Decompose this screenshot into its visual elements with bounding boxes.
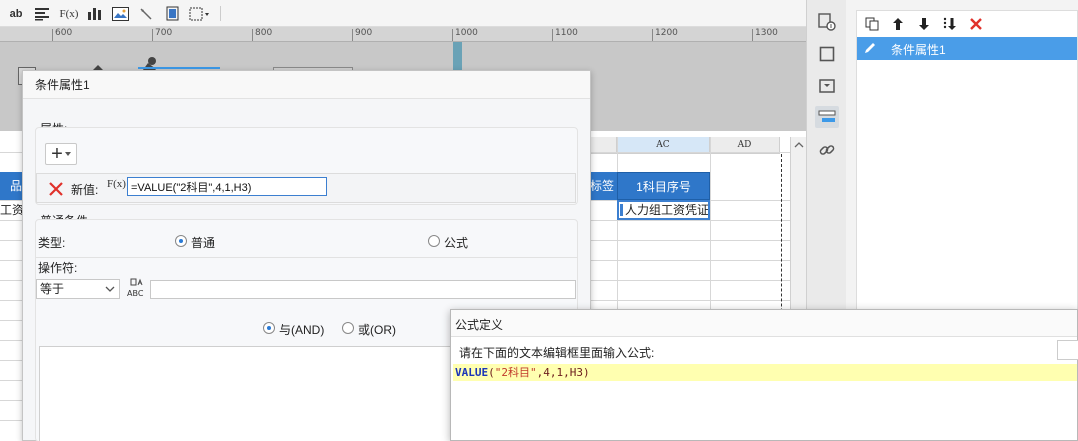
value-type-icon [130, 278, 143, 286]
formula-dialog-title: 公式定义 [455, 318, 504, 332]
arrow-down-icon[interactable] [914, 15, 934, 33]
tag-header-text: 标签 [590, 179, 615, 193]
move-bottom-icon[interactable] [940, 15, 960, 33]
arrow-up-icon[interactable] [888, 15, 908, 33]
line-tool-icon[interactable] [137, 4, 155, 23]
dialog-title-bar: 条件属性1 [23, 71, 590, 99]
condition-attribute-icon[interactable] [815, 106, 839, 128]
formula-side-button[interactable] [1057, 340, 1078, 360]
horizontal-ruler: 600 700 800 900 1000 1100 1200 1300 [0, 27, 806, 42]
ruler-label: 900 [355, 28, 373, 38]
new-value-label: 新值: [71, 183, 99, 197]
column-header-label: AD [737, 140, 752, 150]
formula-tool-label: F(x) [59, 7, 79, 20]
value-type-label: ABC [127, 289, 144, 298]
ruler-label: 1200 [655, 28, 678, 38]
tag-header-cell[interactable]: 标签 [590, 172, 617, 200]
section-divider [36, 257, 578, 258]
ruler-tick [652, 29, 653, 41]
add-property-button[interactable]: + [45, 143, 77, 165]
formula-code-string: "2科目" [494, 366, 537, 379]
widget-icon[interactable] [815, 75, 839, 97]
formula-tool-button[interactable]: F(x) [58, 4, 80, 23]
formula-code-paren: ( [488, 366, 495, 379]
ruler-tick [52, 29, 53, 41]
text-tool-label: ab [9, 7, 23, 20]
type-radio-formula[interactable] [428, 235, 440, 247]
new-value-input[interactable] [127, 177, 327, 196]
chevron-down-icon [105, 286, 115, 292]
add-property-label: + [51, 143, 63, 165]
ruler-label: 1000 [455, 28, 478, 38]
designer-toolbar: ab F(x) [0, 0, 806, 27]
ruler-tick [752, 29, 753, 41]
ruler-tick [352, 29, 353, 41]
type-option-normal[interactable]: 普通 [191, 234, 215, 251]
formula-code-function: VALUE [455, 366, 489, 379]
ruler-label: 1300 [755, 28, 778, 38]
operator-select[interactable]: 等于 [36, 279, 120, 299]
operator-selected-value: 等于 [40, 282, 65, 296]
condition-list-item[interactable]: 条件属性1 [857, 37, 1077, 60]
data-cell-text: 工资 [0, 203, 22, 217]
header-cell-fragment[interactable]: 品 [0, 172, 22, 200]
formula-editor-area[interactable] [453, 381, 1077, 440]
type-radio-normal[interactable] [175, 235, 187, 247]
cell-expand-icon [620, 204, 623, 216]
ruler-tick [252, 29, 253, 41]
remove-property-icon[interactable] [47, 180, 65, 198]
logic-radio-or[interactable] [342, 322, 354, 334]
chart-icon[interactable] [86, 4, 104, 23]
canvas-guide-line [138, 67, 220, 69]
border-dropdown-icon[interactable] [188, 4, 212, 23]
ruler-tick [452, 29, 453, 41]
toolbar-divider [220, 6, 221, 21]
seq-header-text: 1科目序号 [636, 180, 691, 194]
operator-value-input[interactable] [150, 280, 576, 299]
copy-icon[interactable] [862, 15, 882, 33]
cell-attribute-icon[interactable] [815, 11, 839, 33]
data-cell-fragment[interactable]: 工资 [0, 200, 22, 220]
scroll-up-icon[interactable] [792, 140, 806, 150]
formula-prompt: 请在下面的文本编辑框里面输入公式: [459, 346, 655, 360]
text-tool-button[interactable]: ab [6, 4, 26, 23]
seq-header-cell[interactable]: 1科目序号 [617, 172, 710, 200]
dialog-title: 条件属性1 [35, 78, 90, 92]
condition-list-area[interactable] [39, 346, 451, 441]
logic-option-or[interactable]: 或(OR) [358, 321, 396, 338]
selected-cell-text: 人力组工资凭证 [625, 203, 710, 217]
hyperlink-icon[interactable] [815, 139, 839, 161]
ruler-tick [552, 29, 553, 41]
type-option-formula[interactable]: 公式 [444, 234, 468, 251]
delete-icon[interactable] [966, 15, 986, 33]
ruler-label: 600 [55, 28, 73, 38]
value-type-button[interactable]: ABC [127, 277, 151, 301]
dropdown-caret-icon [64, 152, 71, 156]
property-row: 新值: F(x) [36, 173, 576, 203]
ruler-label: 700 [155, 28, 173, 38]
header-cell-text: 品 [9, 179, 22, 193]
operator-label: 操作符: [38, 261, 78, 275]
ruler-tick [152, 29, 153, 41]
column-header-label: AC [656, 140, 670, 150]
formula-editor-line[interactable]: VALUE("2科目",4,1,H3) [453, 364, 1077, 381]
formula-button[interactable]: F(x) [107, 178, 126, 190]
ruler-label: 800 [255, 28, 273, 38]
formula-glyph: F(x) [107, 178, 126, 190]
cell-style-icon[interactable] [815, 43, 839, 65]
type-label: 类型: [38, 236, 66, 250]
align-icon[interactable] [32, 4, 52, 23]
frame-icon[interactable] [163, 4, 181, 23]
formula-dialog-title-bar: 公式定义 [451, 310, 1077, 337]
formula-code-args: ,4,1,H3) [536, 366, 590, 379]
formula-definition-dialog: 公式定义 请在下面的文本编辑框里面输入公式: VALUE("2科目",4,1,H… [450, 309, 1078, 441]
logic-radio-and[interactable] [263, 322, 275, 334]
logic-option-and[interactable]: 与(AND) [279, 321, 324, 338]
edit-pencil-icon [865, 43, 875, 53]
condition-list-item-label: 条件属性1 [891, 43, 946, 57]
ruler-label: 1100 [555, 28, 578, 38]
selected-cell[interactable]: 人力组工资凭证 [617, 200, 710, 220]
image-icon[interactable] [111, 4, 129, 23]
